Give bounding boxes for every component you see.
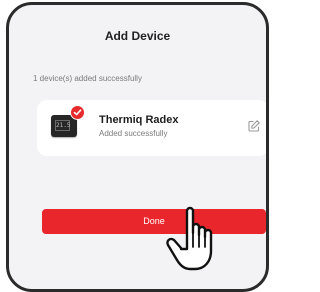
app-frame: Add Device 1 device(s) added successfull… (6, 2, 269, 292)
device-name: Thermiq Radex (99, 114, 179, 126)
device-status: Added successfully (99, 129, 168, 138)
dialog-title: Add Device (104, 29, 171, 43)
hand-pointer-icon (160, 203, 226, 275)
done-button[interactable]: Done (42, 209, 266, 234)
status-text: 1 device(s) added successfully (33, 74, 142, 83)
device-card[interactable]: 21.5 Thermiq Radex Added successfully (37, 100, 266, 156)
check-badge-icon (70, 105, 85, 120)
edit-icon[interactable] (247, 119, 261, 133)
thermostat-display: 21.5 (55, 120, 71, 131)
